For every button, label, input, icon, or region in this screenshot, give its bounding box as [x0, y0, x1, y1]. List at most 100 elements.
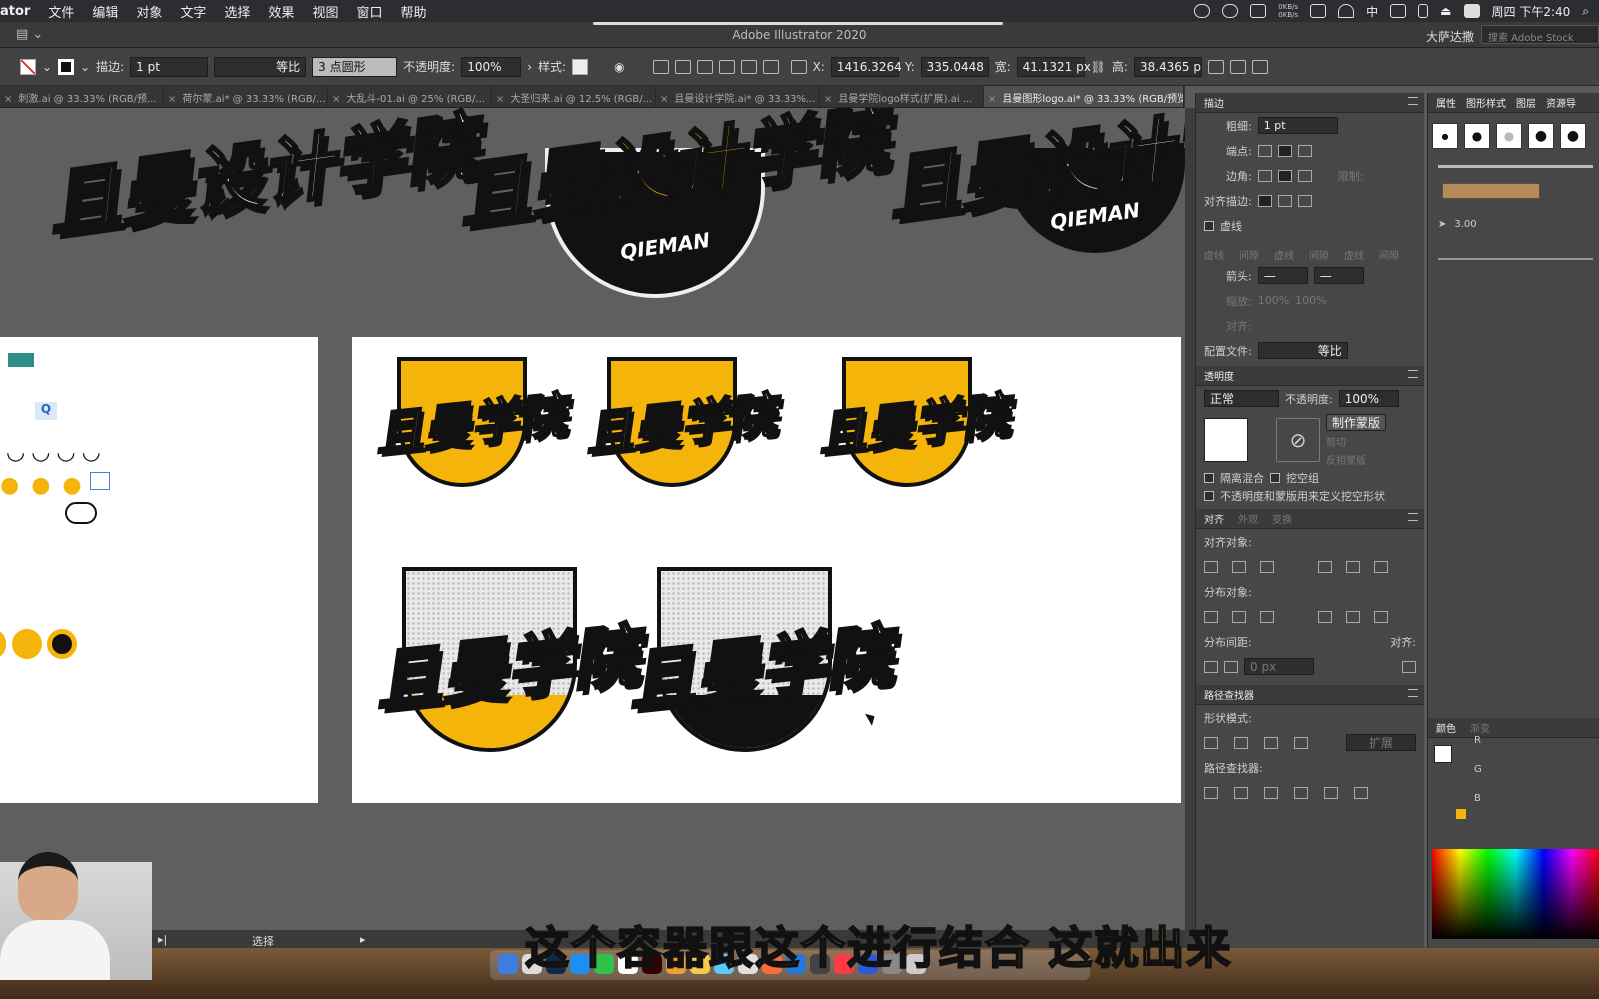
intersect-icon[interactable] [1264, 736, 1278, 749]
close-icon[interactable]: × [332, 94, 340, 105]
pattern-brush-preview[interactable] [1442, 183, 1540, 199]
brush-dot-large[interactable]: ● [1528, 123, 1554, 149]
wifi-icon[interactable] [1338, 4, 1355, 18]
status-tool-label[interactable]: 选择 [252, 933, 274, 949]
artboard-nav-icon[interactable]: ▸| [158, 933, 167, 946]
spacing-v-icon[interactable] [1204, 660, 1218, 673]
transform-icon[interactable] [1207, 59, 1224, 74]
wordmark-white[interactable]: 且曼设计学院 [40, 108, 484, 251]
dist-top-icon[interactable] [1204, 610, 1218, 623]
doc-tab[interactable]: × 荷尔蒙.ai* @ 33.33% (RGB/... [164, 86, 328, 107]
isolate-icon[interactable] [1229, 59, 1246, 74]
dist-vcenter-icon[interactable] [1232, 610, 1246, 623]
close-icon[interactable]: × [168, 94, 176, 105]
finder-icon[interactable] [498, 954, 518, 974]
align-hcenter-icon[interactable] [1232, 560, 1246, 573]
invert-mask-checkbox[interactable]: 反相蒙版 [1326, 452, 1386, 467]
round-cap-icon[interactable] [1277, 144, 1292, 157]
scale-start-value[interactable]: 100% [1258, 294, 1289, 307]
outline-icon[interactable] [1324, 786, 1338, 799]
end-arrow-select[interactable]: — [1313, 267, 1364, 284]
brush-stroke-preview[interactable] [1438, 165, 1593, 168]
fill-stroke-indicator[interactable] [1434, 745, 1452, 763]
align-bottom-icon[interactable] [1374, 560, 1388, 573]
transparency-panel-header[interactable]: 透明度 [1196, 366, 1424, 386]
tab-properties[interactable]: 属性 [1436, 95, 1456, 110]
tab-color[interactable]: 颜色 [1436, 720, 1456, 735]
transparency-opacity-field[interactable]: 100% [1338, 390, 1399, 407]
tab-graphic-styles[interactable]: 图形样式 [1466, 95, 1506, 110]
stroke-swatch[interactable] [58, 58, 75, 75]
opacity-label[interactable]: 不透明度: [403, 58, 455, 75]
menu-edit[interactable]: 编辑 [83, 2, 127, 21]
clock[interactable]: 周四 下午2:40 [1492, 3, 1571, 20]
align-top-icon[interactable] [1318, 560, 1332, 573]
opacity-arrow-icon[interactable]: › [527, 60, 532, 74]
mask-thumbnail[interactable] [1204, 418, 1248, 462]
make-mask-button[interactable]: 制作蒙版 [1326, 413, 1387, 431]
isolate-checkbox[interactable] [1204, 473, 1214, 483]
doc-tab[interactable]: × 大乱斗-01.ai @ 25% (RGB/... [328, 86, 492, 107]
round-join-icon[interactable] [1277, 169, 1292, 182]
align-center-icon[interactable] [674, 59, 691, 74]
stroke-weight-field[interactable]: 1 pt [130, 56, 209, 77]
tab-transform[interactable]: 变换 [1272, 511, 1292, 526]
dist-hcenter-icon[interactable] [1346, 610, 1360, 623]
link-icon[interactable]: ⛓ [1091, 60, 1106, 74]
align-left-icon[interactable] [652, 59, 669, 74]
crop-icon[interactable] [1294, 786, 1308, 799]
minus-front-icon[interactable] [1234, 736, 1248, 749]
expand-button[interactable]: 扩展 [1346, 734, 1416, 751]
panel-menu-icon[interactable] [1408, 97, 1418, 105]
align-bottom-icon[interactable] [762, 59, 779, 74]
artboard-left[interactable]: Q ◡◡◡◡ ●●● [0, 337, 318, 803]
unite-icon[interactable] [1204, 736, 1218, 749]
align-to-icon[interactable] [1402, 660, 1416, 673]
brush-dot-xlarge[interactable]: ● [1560, 123, 1586, 149]
tab-gradient[interactable]: 渐变 [1470, 720, 1490, 735]
dist-right-icon[interactable] [1374, 610, 1388, 623]
close-icon[interactable]: × [660, 94, 668, 105]
height-field[interactable]: 38.4365 p [1133, 56, 1202, 77]
brush-dot-small[interactable]: ● [1432, 123, 1458, 149]
search-glyph-icon[interactable]: Q [35, 402, 57, 420]
close-icon[interactable]: × [988, 94, 996, 105]
tab-layers[interactable]: 图层 [1516, 95, 1536, 110]
menu-view[interactable]: 视图 [303, 2, 347, 21]
selected-shape[interactable] [90, 472, 110, 490]
current-color-swatch[interactable] [1456, 809, 1466, 819]
brush-dot-light[interactable]: ● [1496, 123, 1522, 149]
minus-back-icon[interactable] [1354, 786, 1368, 799]
panel-menu-icon[interactable] [1408, 513, 1418, 521]
no-mask-icon[interactable]: ⊘ [1276, 418, 1320, 462]
artboard-canvas[interactable]: 且曼设计学院 QIEMAN 且曼设计学院 QIEMAN 且曼设计学 Q ◡◡◡◡… [0, 108, 1185, 958]
align-top-icon[interactable] [718, 59, 735, 74]
style-swatch[interactable] [572, 58, 589, 75]
exclude-icon[interactable] [1294, 736, 1308, 749]
stroke-label[interactable]: 描边: [96, 58, 124, 75]
divide-icon[interactable] [1204, 786, 1218, 799]
stock-search-input[interactable]: 搜索 Adobe Stock [1481, 25, 1599, 44]
stroke-panel-header[interactable]: 描边 [1196, 93, 1424, 113]
cat-icon[interactable] [1250, 4, 1267, 18]
window-icon[interactable] [1310, 4, 1327, 18]
artboard-main[interactable]: 且曼学院 且曼学院 且曼学院 且曼学院 且曼学院 [352, 337, 1181, 803]
merge-icon[interactable] [1264, 786, 1278, 799]
recolor-icon[interactable]: ◉ [614, 60, 624, 74]
doc-tab[interactable]: × 且曼学院logo样式(扩展).ai ... [820, 86, 984, 107]
menu-window[interactable]: 窗口 [347, 2, 391, 21]
reference-point-icon[interactable] [790, 59, 807, 74]
align-vcenter-icon[interactable] [1346, 560, 1360, 573]
close-icon[interactable]: × [824, 94, 832, 105]
square-cap-icon[interactable] [1297, 144, 1312, 157]
eject-icon[interactable]: ⏏ [1440, 4, 1451, 18]
doc-tab[interactable]: × 且曼设计学院.ai* @ 33.33%... [656, 86, 820, 107]
menu-select[interactable]: 选择 [215, 2, 259, 21]
align-right-icon[interactable] [696, 59, 713, 74]
profile-select[interactable]: 等比 [1257, 342, 1348, 359]
dist-bottom-icon[interactable] [1260, 610, 1274, 623]
scale-end-value[interactable]: 100% [1295, 294, 1326, 307]
brush-stroke-preview-2[interactable] [1438, 258, 1593, 260]
tab-align[interactable]: 对齐 [1204, 511, 1224, 526]
weight-field[interactable]: 1 pt [1257, 117, 1338, 134]
